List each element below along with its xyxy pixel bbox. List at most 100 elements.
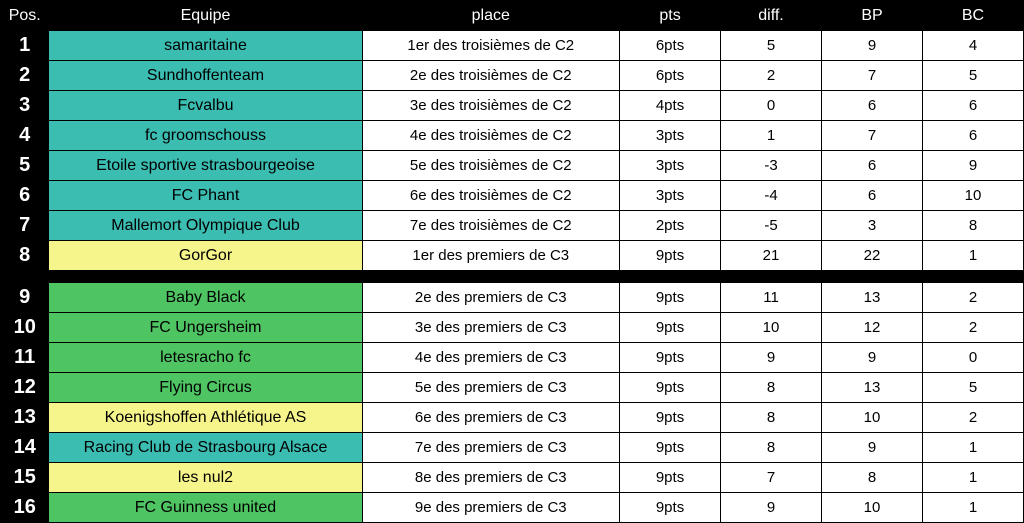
team-cell: Sundhoffenteam bbox=[49, 61, 362, 91]
pos-cell: 15 bbox=[1, 463, 49, 493]
col-header-bp: BP bbox=[822, 1, 923, 31]
team-cell: Baby Black bbox=[49, 283, 362, 313]
pts-cell: 2pts bbox=[620, 211, 721, 241]
place-cell: 2e des troisièmes de C2 bbox=[362, 61, 620, 91]
bp-cell: 12 bbox=[822, 313, 923, 343]
table-row: 13Koenigshoffen Athlétique AS6e des prem… bbox=[1, 403, 1024, 433]
diff-cell: -4 bbox=[721, 181, 822, 211]
place-cell: 3e des troisièmes de C2 bbox=[362, 91, 620, 121]
bc-cell: 1 bbox=[922, 463, 1023, 493]
bc-cell: 5 bbox=[922, 373, 1023, 403]
diff-cell: 8 bbox=[721, 433, 822, 463]
pts-cell: 3pts bbox=[620, 151, 721, 181]
pts-cell: 9pts bbox=[620, 403, 721, 433]
pts-cell: 9pts bbox=[620, 283, 721, 313]
bc-cell: 2 bbox=[922, 283, 1023, 313]
team-cell: Etoile sportive strasbourgeoise bbox=[49, 151, 362, 181]
diff-cell: 8 bbox=[721, 403, 822, 433]
col-header-bc: BC bbox=[922, 1, 1023, 31]
place-cell: 3e des premiers de C3 bbox=[362, 313, 620, 343]
bc-cell: 10 bbox=[922, 181, 1023, 211]
place-cell: 5e des premiers de C3 bbox=[362, 373, 620, 403]
diff-cell: 11 bbox=[721, 283, 822, 313]
table-row: 9Baby Black2e des premiers de C39pts1113… bbox=[1, 283, 1024, 313]
pos-cell: 6 bbox=[1, 181, 49, 211]
team-cell: GorGor bbox=[49, 241, 362, 271]
bp-cell: 7 bbox=[822, 61, 923, 91]
bc-cell: 1 bbox=[922, 493, 1023, 523]
pos-cell: 13 bbox=[1, 403, 49, 433]
bp-cell: 6 bbox=[822, 91, 923, 121]
table-row: 12Flying Circus5e des premiers de C39pts… bbox=[1, 373, 1024, 403]
pts-cell: 9pts bbox=[620, 313, 721, 343]
team-cell: samaritaine bbox=[49, 31, 362, 61]
table-row: 4fc groomschouss4e des troisièmes de C23… bbox=[1, 121, 1024, 151]
diff-cell: 21 bbox=[721, 241, 822, 271]
diff-cell: 1 bbox=[721, 121, 822, 151]
col-header-pts: pts bbox=[620, 1, 721, 31]
team-cell: les nul2 bbox=[49, 463, 362, 493]
bp-cell: 7 bbox=[822, 121, 923, 151]
team-cell: FC Guinness united bbox=[49, 493, 362, 523]
pos-cell: 8 bbox=[1, 241, 49, 271]
pos-cell: 9 bbox=[1, 283, 49, 313]
place-cell: 7e des premiers de C3 bbox=[362, 433, 620, 463]
pts-cell: 9pts bbox=[620, 463, 721, 493]
table-row: 7Mallemort Olympique Club7e des troisièm… bbox=[1, 211, 1024, 241]
place-cell: 2e des premiers de C3 bbox=[362, 283, 620, 313]
diff-cell: -3 bbox=[721, 151, 822, 181]
bp-cell: 8 bbox=[822, 463, 923, 493]
bp-cell: 9 bbox=[822, 343, 923, 373]
team-cell: Fcvalbu bbox=[49, 91, 362, 121]
pos-cell: 4 bbox=[1, 121, 49, 151]
team-cell: Flying Circus bbox=[49, 373, 362, 403]
place-cell: 9e des premiers de C3 bbox=[362, 493, 620, 523]
bc-cell: 0 bbox=[922, 343, 1023, 373]
bp-cell: 9 bbox=[822, 31, 923, 61]
diff-cell: -5 bbox=[721, 211, 822, 241]
bc-cell: 5 bbox=[922, 61, 1023, 91]
team-cell: letesracho fc bbox=[49, 343, 362, 373]
diff-cell: 9 bbox=[721, 493, 822, 523]
bc-cell: 2 bbox=[922, 403, 1023, 433]
bp-cell: 10 bbox=[822, 403, 923, 433]
diff-cell: 5 bbox=[721, 31, 822, 61]
diff-cell: 10 bbox=[721, 313, 822, 343]
gap-cell bbox=[1, 271, 1024, 283]
table-row: 16FC Guinness united9e des premiers de C… bbox=[1, 493, 1024, 523]
bp-cell: 13 bbox=[822, 283, 923, 313]
team-cell: Koenigshoffen Athlétique AS bbox=[49, 403, 362, 433]
diff-cell: 9 bbox=[721, 343, 822, 373]
pos-cell: 11 bbox=[1, 343, 49, 373]
team-cell: FC Ungersheim bbox=[49, 313, 362, 343]
table-row: 1samaritaine1er des troisièmes de C26pts… bbox=[1, 31, 1024, 61]
table-row: 3Fcvalbu3e des troisièmes de C24pts066 bbox=[1, 91, 1024, 121]
place-cell: 8e des premiers de C3 bbox=[362, 463, 620, 493]
table-header-row: Pos. Equipe place pts diff. BP BC bbox=[1, 1, 1024, 31]
pts-cell: 6pts bbox=[620, 31, 721, 61]
pts-cell: 9pts bbox=[620, 493, 721, 523]
pts-cell: 3pts bbox=[620, 181, 721, 211]
table-row: 11letesracho fc4e des premiers de C39pts… bbox=[1, 343, 1024, 373]
place-cell: 6e des troisièmes de C2 bbox=[362, 181, 620, 211]
bp-cell: 3 bbox=[822, 211, 923, 241]
place-cell: 1er des premiers de C3 bbox=[362, 241, 620, 271]
bc-cell: 2 bbox=[922, 313, 1023, 343]
team-cell: FC Phant bbox=[49, 181, 362, 211]
bp-cell: 9 bbox=[822, 433, 923, 463]
team-cell: Mallemort Olympique Club bbox=[49, 211, 362, 241]
diff-cell: 8 bbox=[721, 373, 822, 403]
bc-cell: 6 bbox=[922, 91, 1023, 121]
diff-cell: 2 bbox=[721, 61, 822, 91]
pts-cell: 4pts bbox=[620, 91, 721, 121]
bc-cell: 1 bbox=[922, 241, 1023, 271]
bp-cell: 6 bbox=[822, 151, 923, 181]
table-row: 14Racing Club de Strasbourg Alsace7e des… bbox=[1, 433, 1024, 463]
pos-cell: 7 bbox=[1, 211, 49, 241]
pts-cell: 9pts bbox=[620, 433, 721, 463]
pos-cell: 2 bbox=[1, 61, 49, 91]
table-row: 8GorGor1er des premiers de C39pts21221 bbox=[1, 241, 1024, 271]
diff-cell: 0 bbox=[721, 91, 822, 121]
place-cell: 4e des troisièmes de C2 bbox=[362, 121, 620, 151]
pts-cell: 9pts bbox=[620, 343, 721, 373]
